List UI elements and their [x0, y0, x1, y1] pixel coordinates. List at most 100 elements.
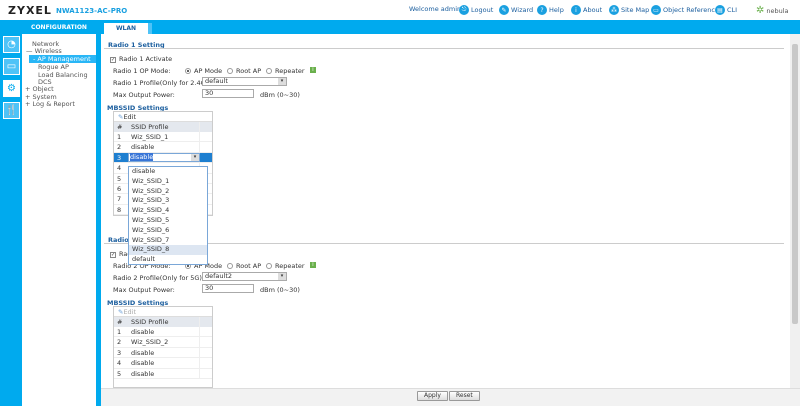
radio1-col-ssid: SSID Profile — [128, 122, 200, 132]
radio2-mode-label: Root AP — [236, 262, 262, 270]
sidebar-nav: Network — Wireless - AP Management Rogue… — [22, 34, 101, 406]
radio2-col-num: # — [117, 318, 123, 326]
dropdown-option[interactable]: disable — [129, 167, 207, 177]
radio1-divider — [104, 48, 784, 49]
radio2-edit-label: Edit — [123, 308, 137, 316]
radio1-mode-repeater-radio[interactable]: Repeater — [266, 67, 305, 75]
radio2-row-ssid: disable — [128, 347, 200, 358]
radio1-radio-button[interactable] — [227, 68, 233, 74]
logout-link[interactable]: ⎋ Logout — [459, 5, 493, 15]
wizard-link[interactable]: ✎ Wizard — [499, 5, 533, 15]
dropdown-option[interactable]: Wiz_SSID_1 — [129, 177, 207, 187]
radio2-info-icon[interactable]: i — [310, 262, 316, 268]
logout-icon: ⎋ — [459, 5, 469, 15]
radio2-mode-label: Repeater — [275, 262, 305, 270]
radio1-edit-button[interactable]: ✎Edit — [114, 112, 212, 122]
radio1-col-num: # — [117, 123, 123, 131]
radio1-table-row[interactable]: 2 disable — [114, 142, 212, 153]
sidebar-item-log-report[interactable]: + Log & Report — [25, 100, 75, 108]
radio2-profile-select[interactable]: default2 ▾ — [202, 272, 287, 281]
radio2-table-row[interactable]: 4 disable — [114, 358, 212, 369]
radio2-profile-label: Radio 2 Profile(Only for 5G): — [113, 274, 205, 282]
configuration-gear-icon[interactable]: ⚙ — [3, 80, 20, 97]
dropdown-option[interactable]: Wiz_SSID_7 — [129, 236, 207, 246]
radio1-profile-select[interactable]: default ▾ — [202, 77, 287, 86]
monitor-icon[interactable]: ▭ — [3, 58, 20, 75]
radio1-row-num: 3 — [117, 153, 122, 162]
dropdown-option[interactable]: Wiz_SSID_8 — [129, 245, 207, 256]
ssid-profile-dropdown-list[interactable]: disable Wiz_SSID_1 Wiz_SSID_2 Wiz_SSID_3 Wiz… — [128, 166, 208, 265]
radio1-row-num: 1 — [117, 133, 122, 141]
radio2-table-row[interactable]: 2 Wiz_SSID_2 — [114, 337, 212, 348]
about-icon: i — [571, 5, 581, 15]
sitemap-icon: ⁂ — [609, 5, 619, 15]
sidebar-item-wireless[interactable]: — Wireless — [26, 47, 62, 55]
dropdown-option[interactable]: Wiz_SSID_3 — [129, 196, 207, 206]
object-reference-label: Object Reference — [663, 6, 719, 14]
radio1-activate-check[interactable]: ✓ — [110, 57, 116, 63]
wizard-icon: ✎ — [499, 5, 509, 15]
sidebar-item-rogue-ap[interactable]: Rogue AP — [38, 63, 69, 71]
radio2-profile-value: default2 — [205, 272, 233, 280]
about-link[interactable]: i About — [571, 5, 602, 15]
dropdown-option[interactable]: Wiz_SSID_4 — [129, 206, 207, 216]
reset-button[interactable]: Reset — [449, 391, 480, 401]
sidebar-item-object[interactable]: + Object — [25, 85, 54, 93]
radio2-row-ssid: disable — [128, 358, 200, 368]
radio2-mode-repeater-radio[interactable]: Repeater — [266, 262, 305, 270]
radio2-radio-button[interactable] — [227, 263, 233, 269]
radio1-radio-button[interactable] — [266, 68, 272, 74]
dropdown-option[interactable]: Wiz_SSID_2 — [129, 187, 207, 197]
radio2-table-row[interactable]: 1 disable — [114, 327, 212, 338]
radio1-mode-ap-mode-radio[interactable]: AP Mode — [185, 67, 222, 75]
radio1-chevron-down-icon: ▾ — [278, 78, 286, 85]
radio1-mode-label: Root AP — [236, 67, 262, 75]
radio1-mode-label: AP Mode — [194, 67, 223, 75]
radio2-chevron-down-icon: ▾ — [278, 273, 286, 280]
scrollbar-thumb[interactable] — [792, 44, 798, 324]
radio2-table-row[interactable]: 5 disable — [114, 368, 212, 379]
maintenance-icon[interactable]: 🍴 — [3, 102, 20, 119]
radio1-power-input[interactable]: 30 — [202, 89, 254, 98]
nebula-link[interactable]: ✲ nebula — [756, 5, 789, 16]
help-link[interactable]: ? Help — [537, 5, 564, 15]
radio2-table-row[interactable]: 3 disable — [114, 347, 212, 359]
radio1-row-num: 2 — [117, 143, 122, 152]
dropdown-option[interactable]: Wiz_SSID_6 — [129, 226, 207, 236]
radio2-activate-check[interactable]: ✓ — [110, 252, 116, 258]
radio2-table-header: # SSID Profile — [114, 317, 212, 327]
radio2-row-num: 1 — [117, 328, 122, 336]
radio1-op-mode-label: Radio 1 OP Mode: — [113, 67, 171, 75]
apply-button[interactable]: Apply — [417, 391, 448, 401]
radio2-row-num: 3 — [117, 348, 122, 357]
radio2-mode-root-ap-radio[interactable]: Root AP — [227, 262, 261, 270]
radio1-row-ssid-select[interactable]: disable ▾ — [128, 153, 200, 163]
dropdown-option[interactable]: default — [129, 255, 207, 265]
radio2-power-input[interactable]: 30 — [202, 284, 254, 293]
radio1-info-icon[interactable]: i — [310, 67, 316, 73]
radio1-table-row[interactable]: 3 disable ▾ — [114, 152, 212, 164]
radio1-row-ssid-value: disable — [130, 153, 154, 162]
radio1-mode-label: Repeater — [275, 67, 305, 75]
radio1-activate-checkbox[interactable]: ✓ Radio 1 Activate — [110, 55, 172, 63]
radio1-activate-label: Radio 1 Activate — [119, 55, 173, 63]
dropdown-option[interactable]: Wiz_SSID_5 — [129, 216, 207, 226]
radio1-table-header: # SSID Profile — [114, 122, 212, 132]
logout-label: Logout — [471, 6, 494, 14]
radio1-radio-button[interactable] — [185, 68, 191, 74]
cli-link[interactable]: ▤ CLI — [715, 5, 737, 15]
sidebar-item-ap-management[interactable]: - AP Management — [29, 55, 101, 63]
radio2-row-num: 4 — [117, 359, 122, 368]
radio1-table-row[interactable]: 1 Wiz_SSID_1 — [114, 132, 212, 143]
dashboard-icon[interactable]: ◔ — [3, 36, 20, 53]
radio1-row-ssid: disable — [128, 142, 200, 152]
radio1-row-num: 6 — [117, 184, 122, 193]
object-reference-icon: ▭ — [651, 5, 661, 15]
radio2-radio-button[interactable] — [266, 263, 272, 269]
radio1-power-unit: dBm (0~30) — [260, 91, 300, 99]
object-reference-link[interactable]: ▭ Object Reference — [651, 5, 719, 15]
site-map-link[interactable]: ⁂ Site Map — [609, 5, 649, 15]
radio1-mode-root-ap-radio[interactable]: Root AP — [227, 67, 261, 75]
radio1-row-num: 7 — [117, 195, 122, 204]
radio1-row-num: 5 — [117, 174, 122, 183]
